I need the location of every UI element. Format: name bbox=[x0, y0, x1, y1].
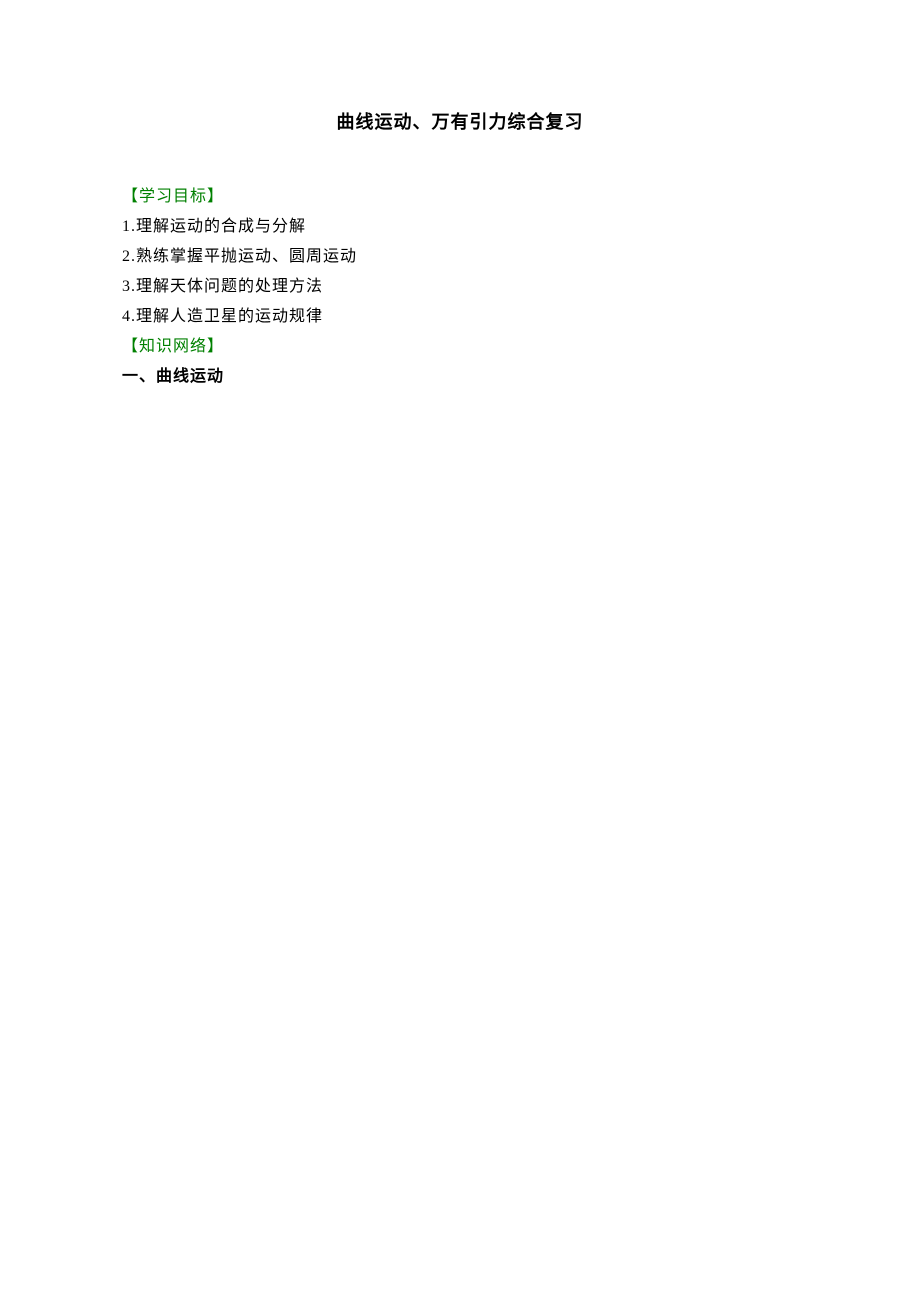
objective-item-4: 4.理解人造卫星的运动规律 bbox=[122, 302, 798, 326]
subsection-curvilinear-motion: 一、曲线运动 bbox=[122, 362, 798, 386]
learning-objectives-header: 【学习目标】 bbox=[122, 182, 798, 206]
knowledge-network-header: 【知识网络】 bbox=[122, 332, 798, 356]
objective-item-1: 1.理解运动的合成与分解 bbox=[122, 212, 798, 236]
objective-item-3: 3.理解天体问题的处理方法 bbox=[122, 272, 798, 296]
document-title: 曲线运动、万有引力综合复习 bbox=[122, 108, 798, 134]
objective-item-2: 2.熟练掌握平抛运动、圆周运动 bbox=[122, 242, 798, 266]
